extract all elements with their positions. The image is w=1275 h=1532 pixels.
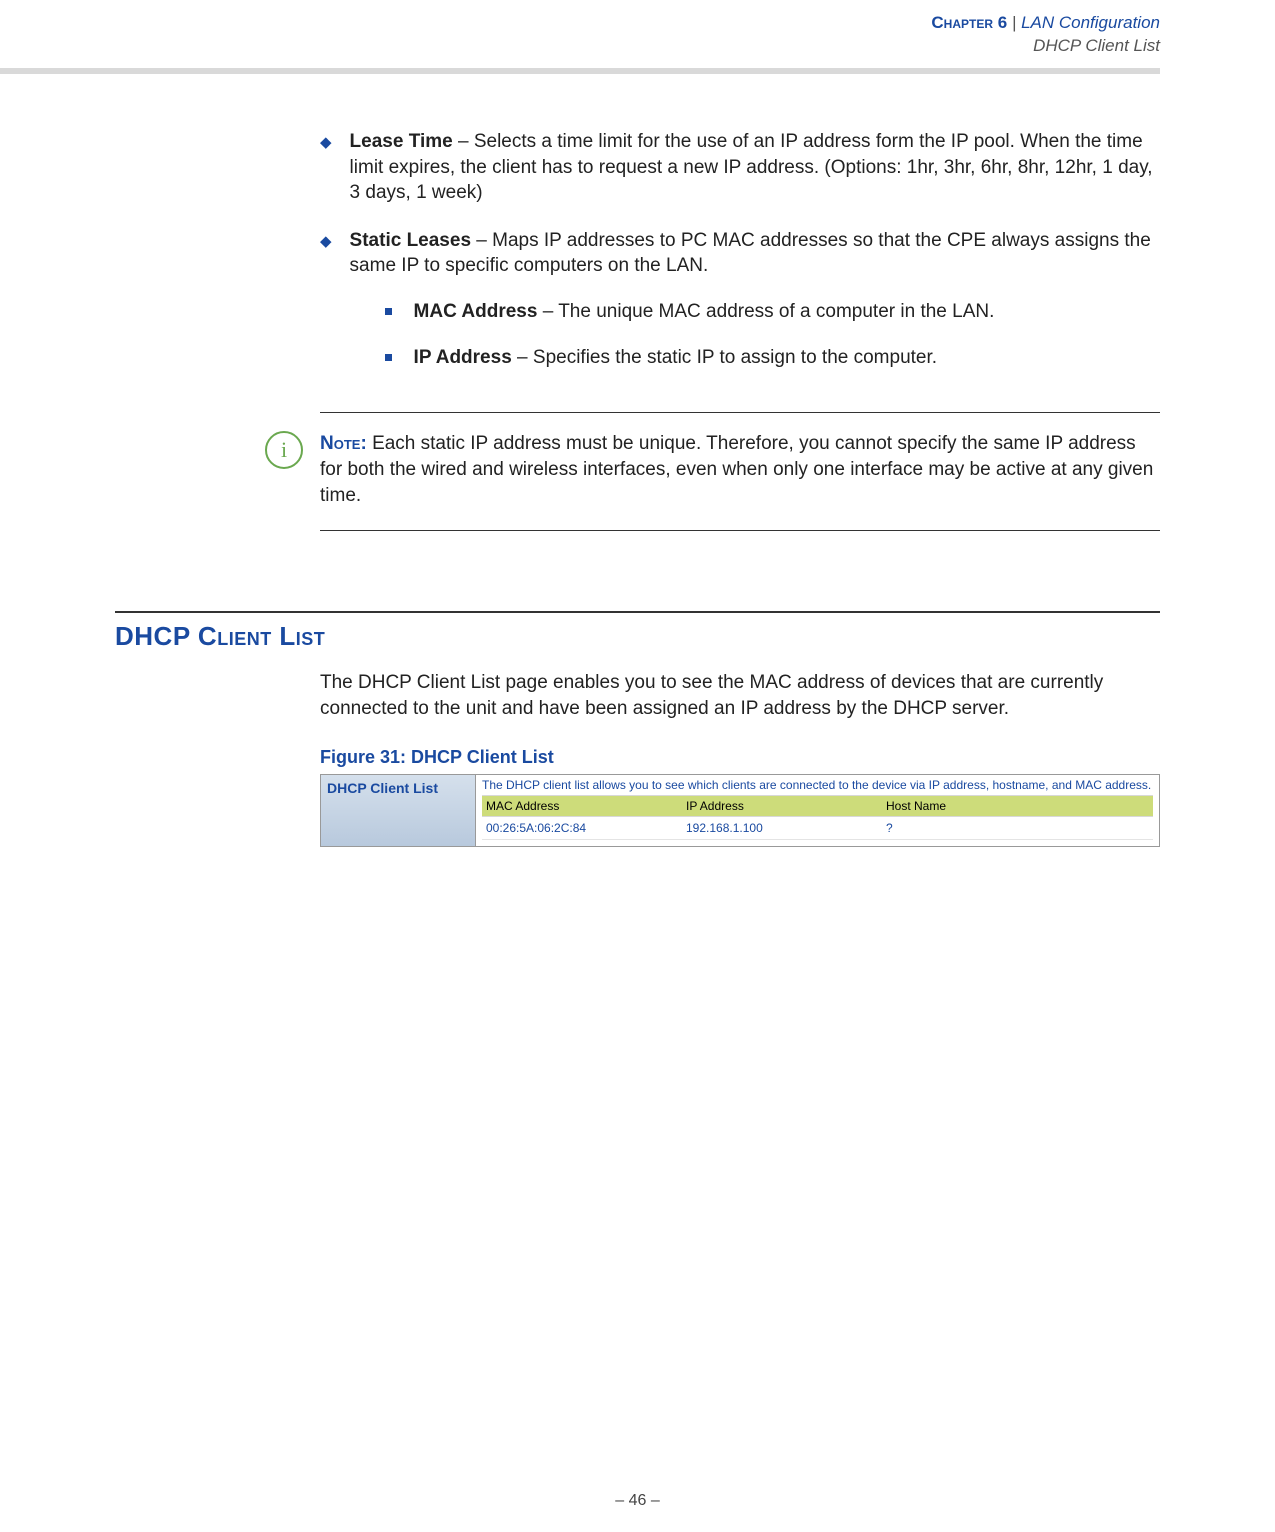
section-intro: The DHCP Client List page enables you to… [320,670,1160,721]
sub-list: MAC Address – The unique MAC address of … [385,299,1160,370]
figure-screenshot: DHCP Client List The DHCP client list al… [320,774,1160,847]
figure-main: The DHCP client list allows you to see w… [476,775,1159,846]
diamond-bullet-icon: ◆ [320,133,332,206]
chapter-separator: | [1012,13,1016,32]
square-bullet-icon [385,354,392,361]
chapter-line: Chapter 6 | LAN Configuration [115,12,1160,35]
desc-ip-address: – Specifies the static IP to assign to t… [512,347,937,368]
col-host-header: Host Name [886,799,1149,813]
cell-mac: 00:26:5A:06:2C:84 [486,821,686,835]
cell-ip: 192.168.1.100 [686,821,886,835]
term-ip-address: IP Address [414,347,512,368]
header-subtitle: DHCP Client List [115,35,1160,58]
section-rule [115,611,1160,613]
chapter-title: LAN Configuration [1021,13,1160,32]
note-text: Each static IP address must be unique. T… [320,433,1153,505]
sub-item-mac: MAC Address – The unique MAC address of … [385,299,1160,325]
note-label: Note: [320,433,372,454]
bullet-text: Lease Time – Selects a time limit for th… [350,129,1160,206]
term-static-leases: Static Leases [350,230,471,251]
diamond-bullet-icon: ◆ [320,232,332,391]
term-mac-address: MAC Address [414,301,538,322]
cell-host: ? [886,821,1149,835]
figure-description: The DHCP client list allows you to see w… [482,778,1153,792]
note-icon-wrap: i [265,431,303,469]
bullet-lease-time: ◆ Lease Time – Selects a time limit for … [320,129,1160,206]
page-header: Chapter 6 | LAN Configuration DHCP Clien… [115,0,1160,66]
bullet-static-leases: ◆ Static Leases – Maps IP addresses to P… [320,228,1160,391]
desc-lease-time: – Selects a time limit for the use of an… [350,131,1153,203]
square-bullet-icon [385,308,392,315]
desc-mac-address: – The unique MAC address of a computer i… [537,301,994,322]
page-number: – 46 – [0,1492,1275,1510]
col-mac-header: MAC Address [486,799,686,813]
figure-table-row: 00:26:5A:06:2C:84 192.168.1.100 ? [482,817,1153,840]
term-lease-time: Lease Time [350,131,453,152]
info-icon-char: i [281,437,287,463]
note-block: i Note: Each static IP address must be u… [320,412,1160,531]
figure-caption: Figure 31: DHCP Client List [320,747,1160,768]
info-icon: i [265,431,303,469]
col-ip-header: IP Address [686,799,886,813]
sub-text: MAC Address – The unique MAC address of … [414,299,995,325]
sub-item-ip: IP Address – Specifies the static IP to … [385,345,1160,371]
section-heading: DHCP Client List [115,621,1160,652]
chapter-label: Chapter 6 [931,13,1007,32]
bullet-text: Static Leases – Maps IP addresses to PC … [350,228,1160,391]
note-body: Note: Each static IP address must be uni… [320,431,1160,508]
figure-side-title: DHCP Client List [321,775,476,846]
sub-text: IP Address – Specifies the static IP to … [414,345,938,371]
figure-table-header: MAC Address IP Address Host Name [482,795,1153,817]
